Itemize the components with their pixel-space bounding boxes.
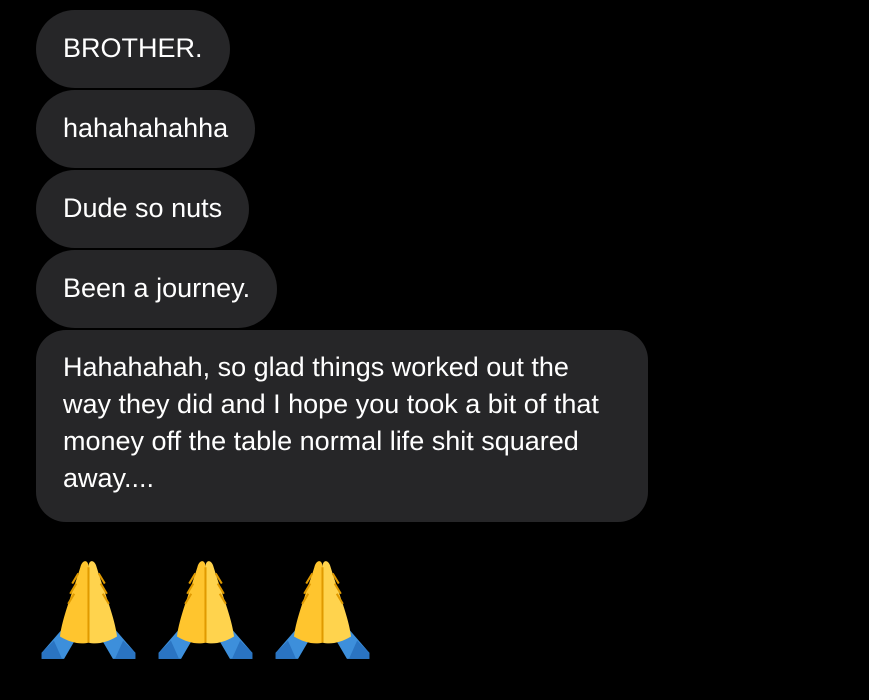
message-bubble[interactable]: BROTHER. xyxy=(36,10,230,88)
emoji-message[interactable] xyxy=(36,553,375,665)
message-text: Dude so nuts xyxy=(63,193,223,223)
folded-hands-icon xyxy=(275,561,370,659)
message-text: BROTHER. xyxy=(63,33,203,63)
message-bubble[interactable]: Been a journey. xyxy=(36,250,278,328)
message-bubble[interactable]: Dude so nuts xyxy=(36,170,250,248)
message-text: Been a journey. xyxy=(63,273,251,303)
message-text: hahahahahha xyxy=(63,113,229,143)
folded-hands-icon xyxy=(41,561,136,659)
folded-hands-icon xyxy=(158,561,253,659)
message-thread: BROTHER. hahahahahha Dude so nuts Been a… xyxy=(36,10,856,524)
message-bubble[interactable]: Hahahahah, so glad things worked out the… xyxy=(36,330,648,522)
message-bubble[interactable]: hahahahahha xyxy=(36,90,256,168)
message-text: Hahahahah, so glad things worked out the… xyxy=(63,352,599,493)
